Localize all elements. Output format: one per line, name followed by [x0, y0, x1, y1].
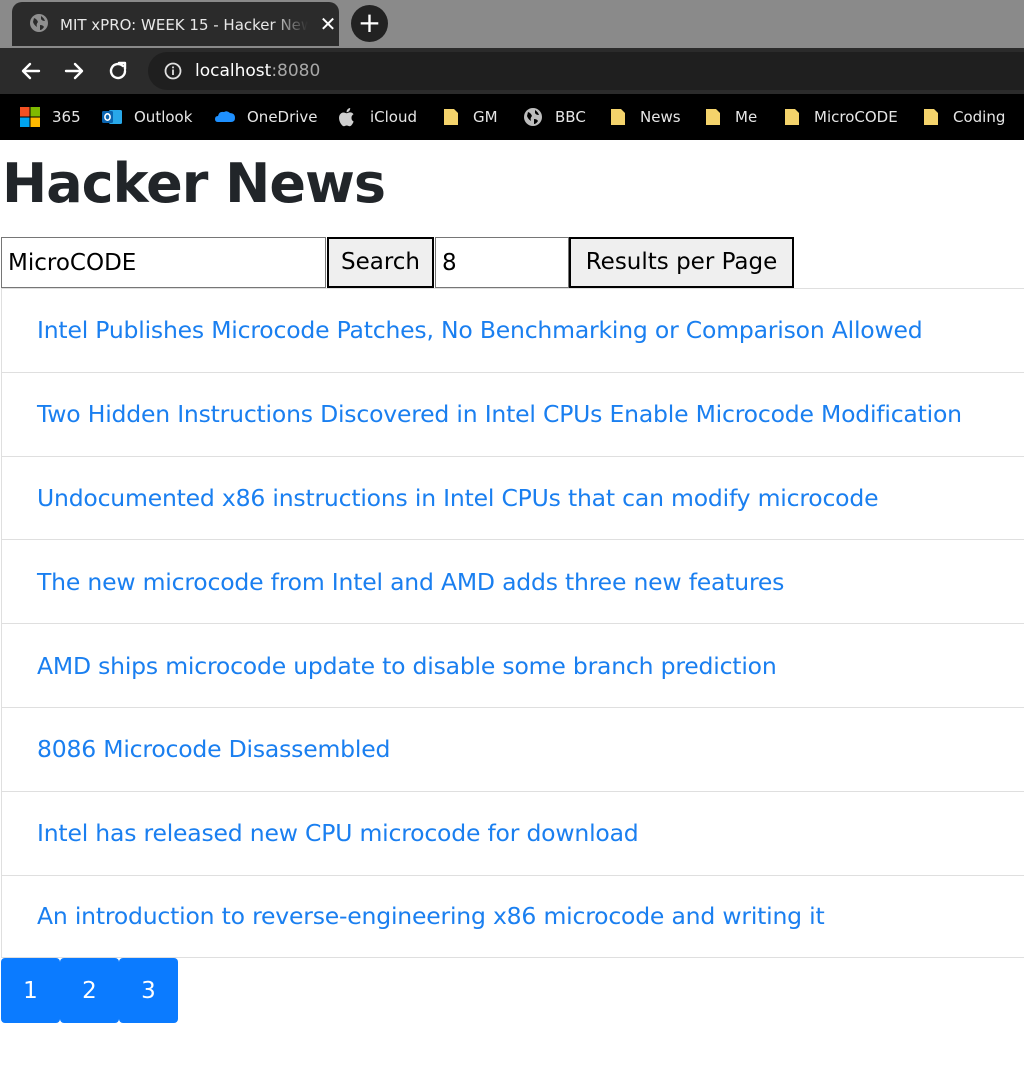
bookmarks-bar: 365 Outlook OneDrive iCloud GM BBC News …: [0, 94, 1024, 140]
list-item: The new microcode from Intel and AMD add…: [1, 539, 1024, 624]
results-per-page-input[interactable]: [435, 237, 569, 288]
bookmark-label: MicroCODE: [814, 108, 898, 126]
bookmark-label: Coding: [953, 108, 1006, 126]
result-link[interactable]: An introduction to reverse-engineering x…: [37, 902, 825, 930]
list-item: An introduction to reverse-engineering x…: [1, 874, 1024, 959]
address-bar[interactable]: localhost:8080: [148, 52, 1024, 90]
back-arrow-icon: [21, 62, 41, 80]
search-button[interactable]: Search: [327, 237, 434, 288]
results-per-page-button[interactable]: Results per Page: [569, 237, 794, 288]
folder-icon: [611, 109, 625, 125]
pagination: 1 2 3: [1, 958, 178, 1023]
bookmark-outlook[interactable]: Outlook: [102, 106, 192, 128]
globe-icon: [524, 108, 542, 126]
browser-tab[interactable]: MIT xPRO: WEEK 15 - Hacker News ✕: [12, 2, 339, 46]
result-link[interactable]: Intel has released new CPU microcode for…: [37, 819, 639, 847]
browser-toolbar: localhost:8080: [0, 48, 1024, 94]
microsoft-365-icon: [20, 107, 40, 127]
bookmark-coding[interactable]: Coding: [921, 106, 1005, 128]
search-input[interactable]: [1, 237, 326, 288]
reload-button[interactable]: [103, 57, 133, 85]
result-link[interactable]: Undocumented x86 instructions in Intel C…: [37, 484, 879, 512]
info-icon[interactable]: [164, 62, 182, 80]
bookmark-label: Me: [735, 108, 758, 126]
browser-tab-strip: MIT xPRO: WEEK 15 - Hacker News ✕ +: [0, 0, 1024, 48]
new-tab-button[interactable]: +: [351, 5, 388, 42]
bookmark-gm[interactable]: GM: [441, 106, 498, 128]
bookmark-label: Outlook: [134, 108, 193, 126]
page-button-1[interactable]: 1: [1, 958, 60, 1023]
forward-button[interactable]: [59, 57, 89, 85]
url-port: :8080: [271, 61, 321, 81]
bookmark-label: OneDrive: [247, 108, 318, 126]
result-link[interactable]: The new microcode from Intel and AMD add…: [37, 568, 784, 596]
result-link[interactable]: Intel Publishes Microcode Patches, No Be…: [37, 316, 923, 344]
url-host: localhost: [195, 61, 272, 81]
bookmark-bbc[interactable]: BBC: [523, 106, 586, 128]
list-item: AMD ships microcode update to disable so…: [1, 623, 1024, 707]
folder-icon: [924, 109, 938, 125]
bookmark-label: BBC: [555, 108, 586, 126]
bookmark-365[interactable]: 365: [20, 106, 81, 128]
list-item: Two Hidden Instructions Discovered in In…: [1, 371, 1024, 456]
folder-icon: [444, 109, 458, 125]
folder-icon: [706, 109, 720, 125]
url-text[interactable]: localhost:8080: [195, 60, 320, 82]
outlook-icon: [102, 110, 122, 124]
bookmark-icloud[interactable]: iCloud: [338, 106, 417, 128]
result-link[interactable]: AMD ships microcode update to disable so…: [37, 652, 777, 680]
bookmark-me[interactable]: Me: [703, 106, 757, 128]
back-button[interactable]: [16, 57, 46, 85]
page-title: Hacker News: [2, 152, 386, 215]
bookmark-news[interactable]: News: [608, 106, 681, 128]
result-link[interactable]: 8086 Microcode Disassembled: [37, 735, 390, 763]
bookmark-label: iCloud: [370, 108, 418, 126]
folder-icon: [785, 109, 799, 125]
globe-icon: [30, 14, 48, 32]
page-content: Hacker News Search Results per Page Inte…: [0, 140, 1024, 1082]
result-link[interactable]: Two Hidden Instructions Discovered in In…: [37, 400, 962, 428]
bookmark-label: GM: [473, 108, 498, 126]
page-button-3[interactable]: 3: [119, 958, 178, 1023]
list-item: Intel Publishes Microcode Patches, No Be…: [1, 288, 1024, 372]
list-item: Intel has released new CPU microcode for…: [1, 790, 1024, 875]
forward-arrow-icon: [64, 62, 84, 80]
apple-icon: [339, 108, 354, 127]
bookmark-microcode[interactable]: MicroCODE: [782, 106, 898, 128]
results-list: Intel Publishes Microcode Patches, No Be…: [1, 288, 1024, 959]
page-button-2[interactable]: 2: [60, 958, 119, 1023]
tab-close-icon[interactable]: ✕: [316, 11, 340, 37]
bookmark-onedrive[interactable]: OneDrive: [215, 106, 318, 128]
bookmark-label: 365: [52, 108, 81, 126]
tab-title: MIT xPRO: WEEK 15 - Hacker News: [60, 16, 308, 34]
onedrive-icon: [215, 111, 235, 122]
list-item: 8086 Microcode Disassembled: [1, 706, 1024, 791]
bookmark-label: News: [640, 108, 681, 126]
reload-icon: [109, 61, 127, 80]
list-item: Undocumented x86 instructions in Intel C…: [1, 455, 1024, 540]
